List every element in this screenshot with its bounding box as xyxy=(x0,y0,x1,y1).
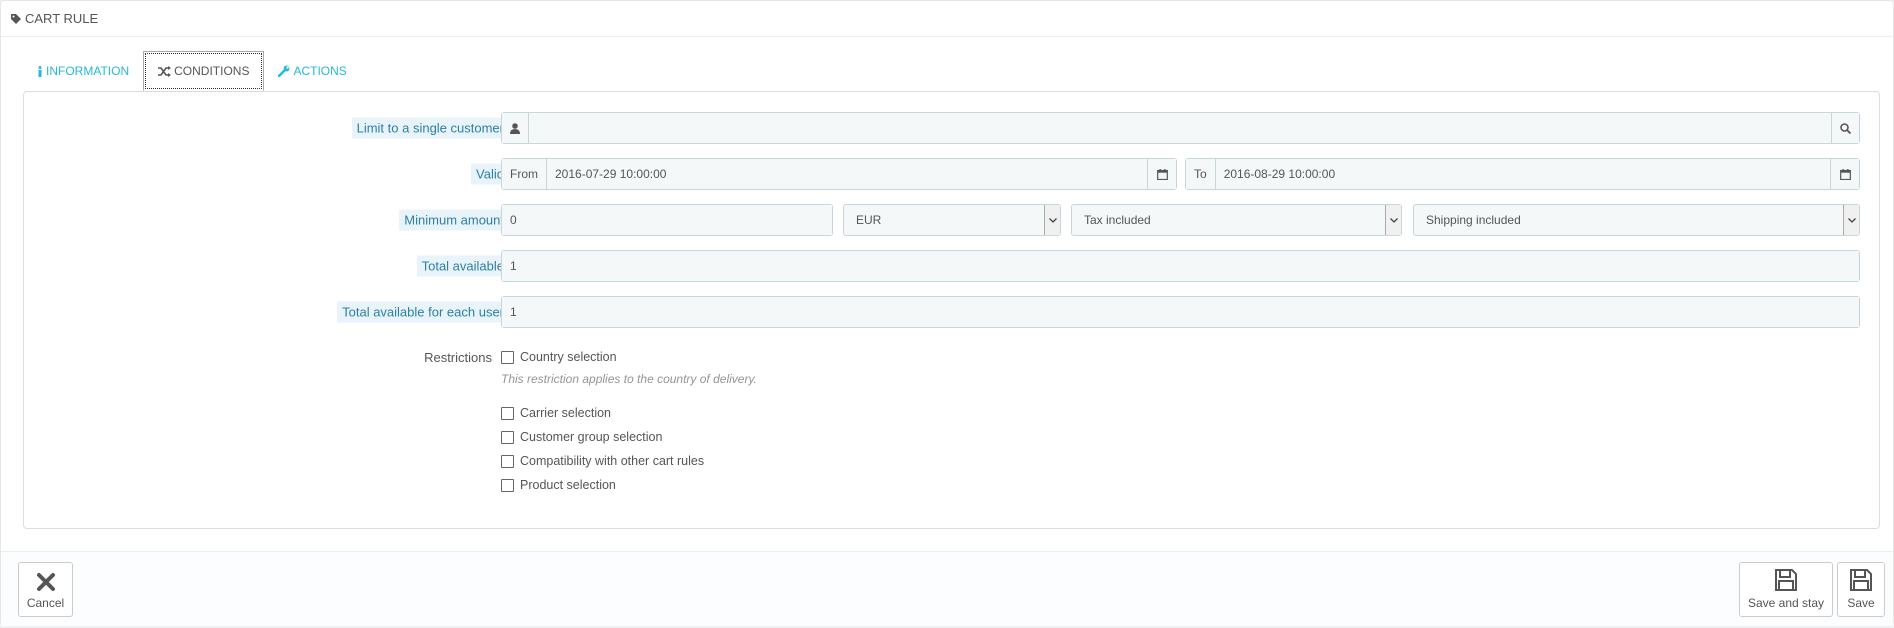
valid-from-input[interactable]: 2016-07-29 10:00:00 xyxy=(547,159,1147,189)
customer-input-group xyxy=(501,112,1860,144)
minimum-amount-group: 0 xyxy=(501,204,833,236)
compat-restriction-checkbox[interactable]: Compatibility with other cart rules xyxy=(501,454,704,468)
total-per-user-input[interactable]: 1 xyxy=(502,297,1859,327)
valid-to-input[interactable]: 2016-08-29 10:00:00 xyxy=(1215,159,1830,189)
customer-input[interactable] xyxy=(529,113,1831,143)
panel-footer xyxy=(1,551,1893,626)
shipping-value: Shipping included xyxy=(1426,213,1521,227)
chevron-down-icon xyxy=(1385,205,1401,235)
conditions-form: Limit to a single customer Valid From 20… xyxy=(23,91,1880,529)
save-and-stay-button[interactable]: Save and stay xyxy=(1739,562,1833,617)
cancel-label: Cancel xyxy=(26,596,65,610)
checkbox-icon xyxy=(501,478,514,492)
calendar-icon[interactable] xyxy=(1830,159,1859,189)
minimum-amount-row: Minimum amount 0 EUR Tax included Shippi… xyxy=(24,204,1879,236)
valid-row: Valid From 2016-07-29 10:00:00 To 2016-0… xyxy=(24,158,1879,190)
tab-conditions-label: CONDITIONS xyxy=(174,64,250,78)
minimum-amount-label: Minimum amount xyxy=(399,209,509,231)
shipping-select[interactable]: Shipping included xyxy=(1413,204,1860,236)
random-icon xyxy=(158,65,172,77)
save-icon xyxy=(1775,569,1797,591)
carrier-restriction-checkbox[interactable]: Carrier selection xyxy=(501,406,611,420)
save-and-stay-label: Save and stay xyxy=(1747,596,1825,610)
group-restriction-checkbox[interactable]: Customer group selection xyxy=(501,430,662,444)
product-restriction-label: Product selection xyxy=(520,478,616,492)
panel-title: CART RULE xyxy=(25,11,99,26)
valid-to-group: To 2016-08-29 10:00:00 xyxy=(1185,158,1860,190)
save-label: Save xyxy=(1847,596,1875,610)
save-icon xyxy=(1850,569,1872,591)
customer-label: Limit to a single customer xyxy=(351,117,509,139)
checkbox-icon xyxy=(501,350,514,364)
total-per-user-label: Total available for each user xyxy=(337,301,509,323)
search-icon[interactable] xyxy=(1831,113,1859,143)
compat-restriction-label: Compatibility with other cart rules xyxy=(520,454,705,468)
from-addon: From xyxy=(502,159,547,189)
currency-select[interactable]: EUR xyxy=(843,204,1061,236)
total-available-group: 1 xyxy=(501,250,1860,282)
tab-information-label: INFORMATION xyxy=(46,64,130,78)
calendar-icon[interactable] xyxy=(1147,159,1176,189)
tag-icon xyxy=(11,13,21,24)
group-restriction-label: Customer group selection xyxy=(520,430,663,444)
minimum-amount-input[interactable]: 0 xyxy=(502,205,832,235)
total-available-row: Total available 1 xyxy=(24,250,1879,282)
restrictions-label: Restrictions xyxy=(424,350,492,365)
tax-select[interactable]: Tax included xyxy=(1071,204,1402,236)
panel-heading: CART RULE xyxy=(1,1,1893,37)
total-available-input[interactable]: 1 xyxy=(502,251,1859,281)
product-restriction-checkbox[interactable]: Product selection xyxy=(501,478,616,492)
checkbox-icon xyxy=(501,430,514,444)
user-icon xyxy=(502,113,529,143)
valid-from-group: From 2016-07-29 10:00:00 xyxy=(501,158,1177,190)
save-button[interactable]: Save xyxy=(1837,562,1885,617)
currency-value: EUR xyxy=(856,213,882,227)
tab-actions-label: ACTIONS xyxy=(293,64,347,78)
to-addon: To xyxy=(1186,159,1216,189)
tab-information[interactable]: INFORMATION xyxy=(23,51,143,91)
info-icon xyxy=(38,65,42,77)
tab-actions[interactable]: ACTIONS xyxy=(264,51,360,91)
total-available-label: Total available xyxy=(416,255,509,277)
chevron-down-icon xyxy=(1843,205,1859,235)
country-help-text: This restriction applies to the country … xyxy=(501,372,757,386)
close-icon xyxy=(36,573,55,591)
total-per-user-group: 1 xyxy=(501,296,1860,328)
chevron-down-icon xyxy=(1044,205,1060,235)
tab-bar: INFORMATION CONDITIONS ACTIONS xyxy=(23,51,361,91)
total-per-user-row: Total available for each user 1 xyxy=(24,296,1879,328)
carrier-restriction-label: Carrier selection xyxy=(520,406,612,420)
country-restriction-checkbox[interactable]: Country selection xyxy=(501,350,617,364)
customer-row: Limit to a single customer xyxy=(24,112,1879,144)
checkbox-icon xyxy=(501,406,514,420)
wrench-icon xyxy=(278,65,290,77)
cancel-button[interactable]: Cancel xyxy=(18,562,73,617)
checkbox-icon xyxy=(501,454,514,468)
country-restriction-label: Country selection xyxy=(520,350,617,364)
cart-rule-panel: CART RULE INFORMATION CONDITIONS ACTIONS… xyxy=(0,0,1894,626)
tab-conditions[interactable]: CONDITIONS xyxy=(143,51,265,91)
tax-value: Tax included xyxy=(1084,213,1151,227)
